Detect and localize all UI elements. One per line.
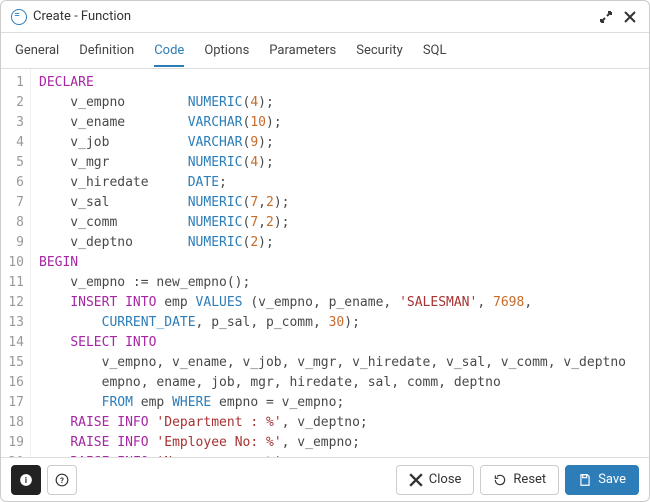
line-number: 2 — [1, 93, 24, 113]
code-line[interactable]: v_mgr NUMERIC(4); — [39, 153, 641, 173]
line-number: 13 — [1, 313, 24, 333]
code-line[interactable]: v_ename VARCHAR(10); — [39, 113, 641, 133]
close-button[interactable]: Close — [396, 465, 475, 495]
line-number: 10 — [1, 253, 24, 273]
line-number: 6 — [1, 173, 24, 193]
code-line[interactable]: INSERT INTO emp VALUES (v_empno, p_ename… — [39, 293, 641, 313]
code-line[interactable]: RAISE INFO 'Department : %', v_deptno; — [39, 413, 641, 433]
tab-security[interactable]: Security — [356, 35, 403, 66]
line-number: 8 — [1, 213, 24, 233]
line-number: 9 — [1, 233, 24, 253]
tab-sql[interactable]: SQL — [423, 35, 447, 66]
line-number: 19 — [1, 433, 24, 453]
close-label: Close — [429, 472, 462, 487]
line-number: 5 — [1, 153, 24, 173]
line-number: 7 — [1, 193, 24, 213]
dialog-title: Create - Function — [33, 9, 591, 24]
tab-parameters[interactable]: Parameters — [269, 35, 336, 66]
code-line[interactable]: v_job VARCHAR(9); — [39, 133, 641, 153]
code-line[interactable]: v_deptno NUMERIC(2); — [39, 233, 641, 253]
line-number: 18 — [1, 413, 24, 433]
titlebar: Create - Function — [1, 1, 649, 33]
close-icon[interactable] — [621, 8, 639, 26]
save-button[interactable]: Save — [565, 465, 639, 495]
tab-code[interactable]: Code — [154, 35, 184, 67]
code-line[interactable]: v_sal NUMERIC(7,2); — [39, 193, 641, 213]
svg-text:i: i — [25, 474, 27, 484]
line-number: 11 — [1, 273, 24, 293]
code-line[interactable]: RAISE INFO 'Employee No: %', v_empno; — [39, 433, 641, 453]
line-number: 17 — [1, 393, 24, 413]
tab-definition[interactable]: Definition — [79, 35, 134, 66]
code-line[interactable]: v_empno := new_empno(); — [39, 273, 641, 293]
line-number: 14 — [1, 333, 24, 353]
line-number: 3 — [1, 113, 24, 133]
code-line[interactable]: BEGIN — [39, 253, 641, 273]
code-line[interactable]: v_comm NUMERIC(7,2); — [39, 213, 641, 233]
line-number: 4 — [1, 133, 24, 153]
function-icon — [11, 9, 27, 25]
expand-icon[interactable] — [597, 8, 615, 26]
dialog-footer: i ? Close Reset Save — [1, 457, 649, 501]
code-line[interactable]: RAISE INFO 'Name : %', v_ename; — [39, 453, 641, 457]
tab-bar: General Definition Code Options Parameters Se… — [1, 33, 649, 69]
info-button[interactable]: i — [11, 465, 41, 495]
code-line[interactable]: SELECT INTO — [39, 333, 641, 353]
line-gutter: 1234567891011121314151617181920 — [1, 69, 31, 457]
tab-options[interactable]: Options — [204, 35, 249, 66]
reset-label: Reset — [513, 472, 546, 487]
line-number: 1 — [1, 73, 24, 93]
svg-text:?: ? — [60, 475, 64, 484]
tab-general[interactable]: General — [15, 35, 59, 66]
code-line[interactable]: v_empno, v_ename, v_job, v_mgr, v_hireda… — [39, 353, 641, 373]
code-line[interactable]: v_hiredate DATE; — [39, 173, 641, 193]
reset-button[interactable]: Reset — [480, 465, 559, 495]
code-line[interactable]: DECLARE — [39, 73, 641, 93]
line-number: 16 — [1, 373, 24, 393]
code-line[interactable]: CURRENT_DATE, p_sal, p_comm, 30); — [39, 313, 641, 333]
create-function-dialog: Create - Function General Definition Code O… — [0, 0, 650, 502]
code-editor[interactable]: 1234567891011121314151617181920 DECLARE … — [1, 69, 649, 457]
line-number: 20 — [1, 453, 24, 457]
code-line[interactable]: v_empno NUMERIC(4); — [39, 93, 641, 113]
save-label: Save — [598, 472, 626, 487]
help-button[interactable]: ? — [47, 465, 77, 495]
code-line[interactable]: FROM emp WHERE empno = v_empno; — [39, 393, 641, 413]
code-line[interactable]: empno, ename, job, mgr, hiredate, sal, c… — [39, 373, 641, 393]
code-body[interactable]: DECLARE v_empno NUMERIC(4); v_ename VARC… — [31, 69, 649, 457]
line-number: 15 — [1, 353, 24, 373]
line-number: 12 — [1, 293, 24, 313]
